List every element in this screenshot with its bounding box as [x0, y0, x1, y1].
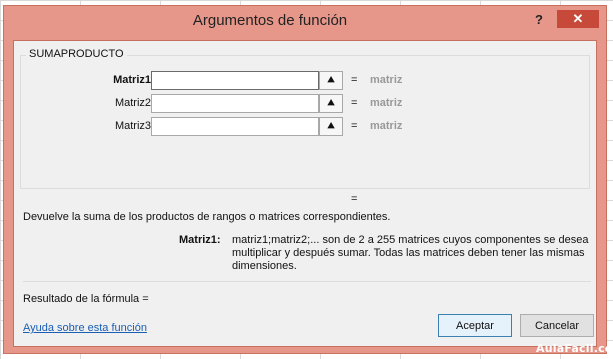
argument-result: matriz [370, 97, 403, 109]
function-arguments-dialog: Argumentos de función ? ✕ SUMAPRODUCTO M… [3, 5, 607, 354]
argument-row-matriz1: Matriz1 ⯅ = matriz [21, 70, 591, 92]
equals-sign: = [351, 97, 358, 109]
accept-button[interactable]: Aceptar [438, 314, 512, 337]
argument-label: Matriz3 [114, 120, 151, 132]
divider [23, 281, 591, 282]
function-name: SUMAPRODUCTO [26, 48, 127, 60]
collapse-arrow-icon: ⯅ [326, 119, 336, 133]
equals-sign: = [351, 120, 358, 132]
collapse-dialog-button[interactable]: ⯅ [319, 117, 343, 136]
watermark-logo: AulaFacil.com [536, 342, 613, 355]
function-result-equals: = [351, 193, 358, 205]
help-button[interactable]: ? [530, 11, 548, 29]
cancel-button[interactable]: Cancelar [520, 314, 594, 337]
argument-result: matriz [370, 74, 403, 86]
collapse-dialog-button[interactable]: ⯅ [319, 71, 343, 90]
argument-help-text: matriz1;matriz2;... son de 2 a 255 matri… [232, 234, 589, 272]
close-button[interactable]: ✕ [557, 10, 599, 28]
argument-label: Matriz1 [113, 74, 151, 86]
help-on-function-link[interactable]: Ayuda sobre esta función [23, 322, 147, 334]
title-bar[interactable]: Argumentos de función ? ✕ [4, 6, 606, 36]
collapse-arrow-icon: ⯅ [326, 96, 336, 110]
close-icon: ✕ [572, 11, 584, 26]
function-group: SUMAPRODUCTO Matriz1 ⯅ = matriz Matriz2 … [20, 48, 591, 189]
equals-sign: = [351, 74, 358, 86]
collapse-dialog-button[interactable]: ⯅ [319, 94, 343, 113]
argument-result: matriz [370, 120, 403, 132]
dialog-title: Argumentos de función [192, 12, 348, 29]
function-description: Devuelve la suma de los productos de ran… [23, 211, 391, 223]
argument-row-matriz3: Matriz3 ⯅ = matriz [21, 116, 591, 138]
collapse-arrow-icon: ⯅ [326, 73, 336, 87]
formula-result: Resultado de la fórmula = [23, 293, 149, 305]
argument-help-name: Matriz1: [179, 234, 221, 246]
argument-label: Matriz2 [114, 97, 151, 109]
dialog-content: SUMAPRODUCTO Matriz1 ⯅ = matriz Matriz2 … [13, 40, 597, 347]
matriz3-input[interactable] [151, 117, 319, 136]
matriz1-input[interactable] [151, 71, 319, 90]
argument-row-matriz2: Matriz2 ⯅ = matriz [21, 93, 591, 115]
matriz2-input[interactable] [151, 94, 319, 113]
